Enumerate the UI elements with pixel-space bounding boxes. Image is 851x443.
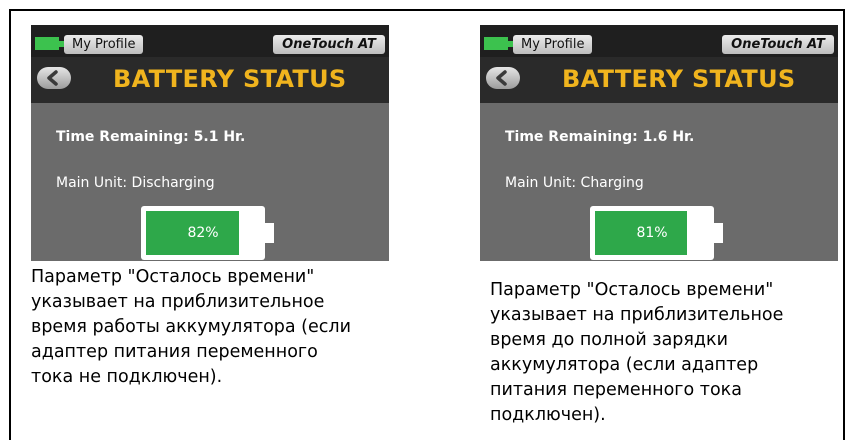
battery-percent: 81% [636, 225, 668, 241]
battery-icon [35, 37, 64, 50]
back-button[interactable] [37, 67, 71, 89]
main-unit-status: Main Unit: Charging [505, 175, 644, 191]
device-screen: My Profile OneTouch AT BATTERY STATUS Ti… [480, 25, 838, 261]
onetouch-brand-button[interactable]: OneTouch AT [273, 35, 385, 54]
title-bar: BATTERY STATUS [31, 57, 389, 103]
battery-status-panel-discharging: My Profile OneTouch AT BATTERY STATUS Ti… [31, 25, 389, 390]
battery-terminal [265, 223, 274, 243]
onetouch-brand-button[interactable]: OneTouch AT [722, 35, 834, 54]
battery-terminal [714, 223, 723, 243]
battery-percent: 82% [187, 225, 219, 241]
back-arrow-icon [496, 70, 507, 86]
caption-text: Параметр "Осталось времени" указывает на… [490, 280, 784, 425]
my-profile-button[interactable]: My Profile [64, 35, 144, 54]
back-arrow-icon [47, 70, 58, 86]
my-profile-button[interactable]: My Profile [513, 35, 593, 54]
status-bar: My Profile OneTouch AT [31, 25, 389, 57]
main-unit-status: Main Unit: Discharging [56, 175, 215, 191]
page-title: BATTERY STATUS [113, 65, 347, 93]
battery-gauge: 81% [590, 206, 714, 260]
page-title: BATTERY STATUS [562, 65, 796, 93]
device-screen: My Profile OneTouch AT BATTERY STATUS Ti… [31, 25, 389, 261]
time-remaining-label: Time Remaining: 1.6 Hr. [505, 129, 695, 145]
battery-icon [484, 37, 513, 50]
time-remaining-label: Time Remaining: 5.1 Hr. [56, 129, 246, 145]
status-bar: My Profile OneTouch AT [480, 25, 838, 57]
title-bar: BATTERY STATUS [480, 57, 838, 103]
battery-status-panel-charging: My Profile OneTouch AT BATTERY STATUS Ti… [480, 25, 838, 428]
battery-gauge: 82% [141, 206, 265, 260]
caption-text: Параметр "Осталось времени" указывает на… [31, 267, 351, 387]
back-button[interactable] [486, 67, 520, 89]
